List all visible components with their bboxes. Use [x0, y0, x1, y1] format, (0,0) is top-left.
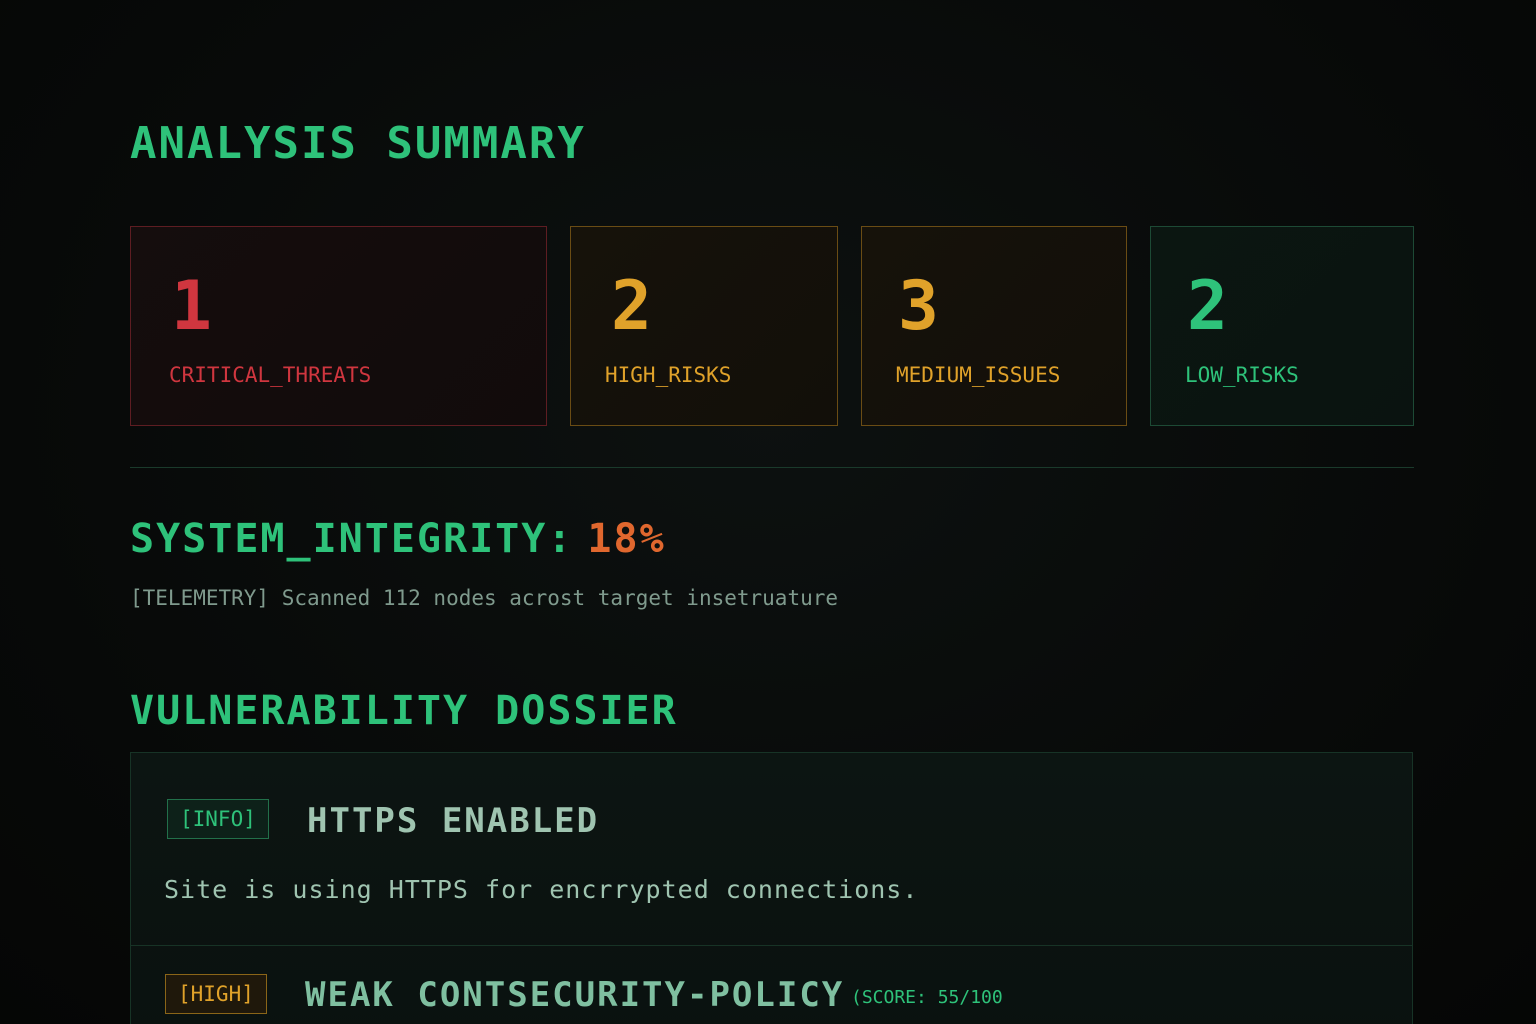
medium-issues-label: MEDIUM_ISSUES [896, 363, 1061, 387]
entry-divider [131, 945, 1412, 946]
high-risks-card[interactable]: 2 HIGH_RISKS [570, 226, 838, 426]
analysis-summary-heading: ANALYSIS SUMMARY [130, 118, 586, 169]
critical-threats-card[interactable]: 1 CRITICAL_THREATS [130, 226, 547, 426]
low-risks-card[interactable]: 2 LOW_RISKS [1150, 226, 1414, 426]
finding-description-https: Site is using HTTPS for encrrypted conne… [164, 875, 919, 904]
finding-title-csp[interactable]: WEAK CONTSECURITY-POLICY [305, 975, 844, 1015]
finding-score: (SCORE: 55/100 [851, 987, 1003, 1008]
system-integrity: SYSTEM_INTEGRITY: 18% [130, 516, 666, 562]
finding-title-https[interactable]: HTTPS ENABLED [307, 801, 599, 841]
critical-threats-count: 1 [171, 267, 212, 346]
system-integrity-label: SYSTEM_INTEGRITY: [130, 516, 574, 562]
vulnerability-dossier-heading: VULNERABILITY DOSSIER [130, 688, 678, 734]
system-integrity-value: 18% [587, 516, 666, 562]
vulnerability-dossier-panel: [INFO] HTTPS ENABLED Site is using HTTPS… [130, 752, 1413, 1024]
high-risks-label: HIGH_RISKS [605, 363, 732, 387]
high-badge: [HIGH] [165, 974, 267, 1014]
medium-issues-count: 3 [898, 267, 939, 346]
low-risks-count: 2 [1187, 267, 1228, 346]
medium-issues-card[interactable]: 3 MEDIUM_ISSUES [861, 226, 1127, 426]
critical-threats-label: CRITICAL_THREATS [169, 363, 372, 387]
section-divider [130, 467, 1414, 468]
info-badge: [INFO] [167, 799, 269, 839]
telemetry-text: [TELEMETRY] Scanned 112 nodes acrost tar… [130, 586, 839, 610]
high-risks-count: 2 [611, 267, 652, 346]
low-risks-label: LOW_RISKS [1185, 363, 1299, 387]
